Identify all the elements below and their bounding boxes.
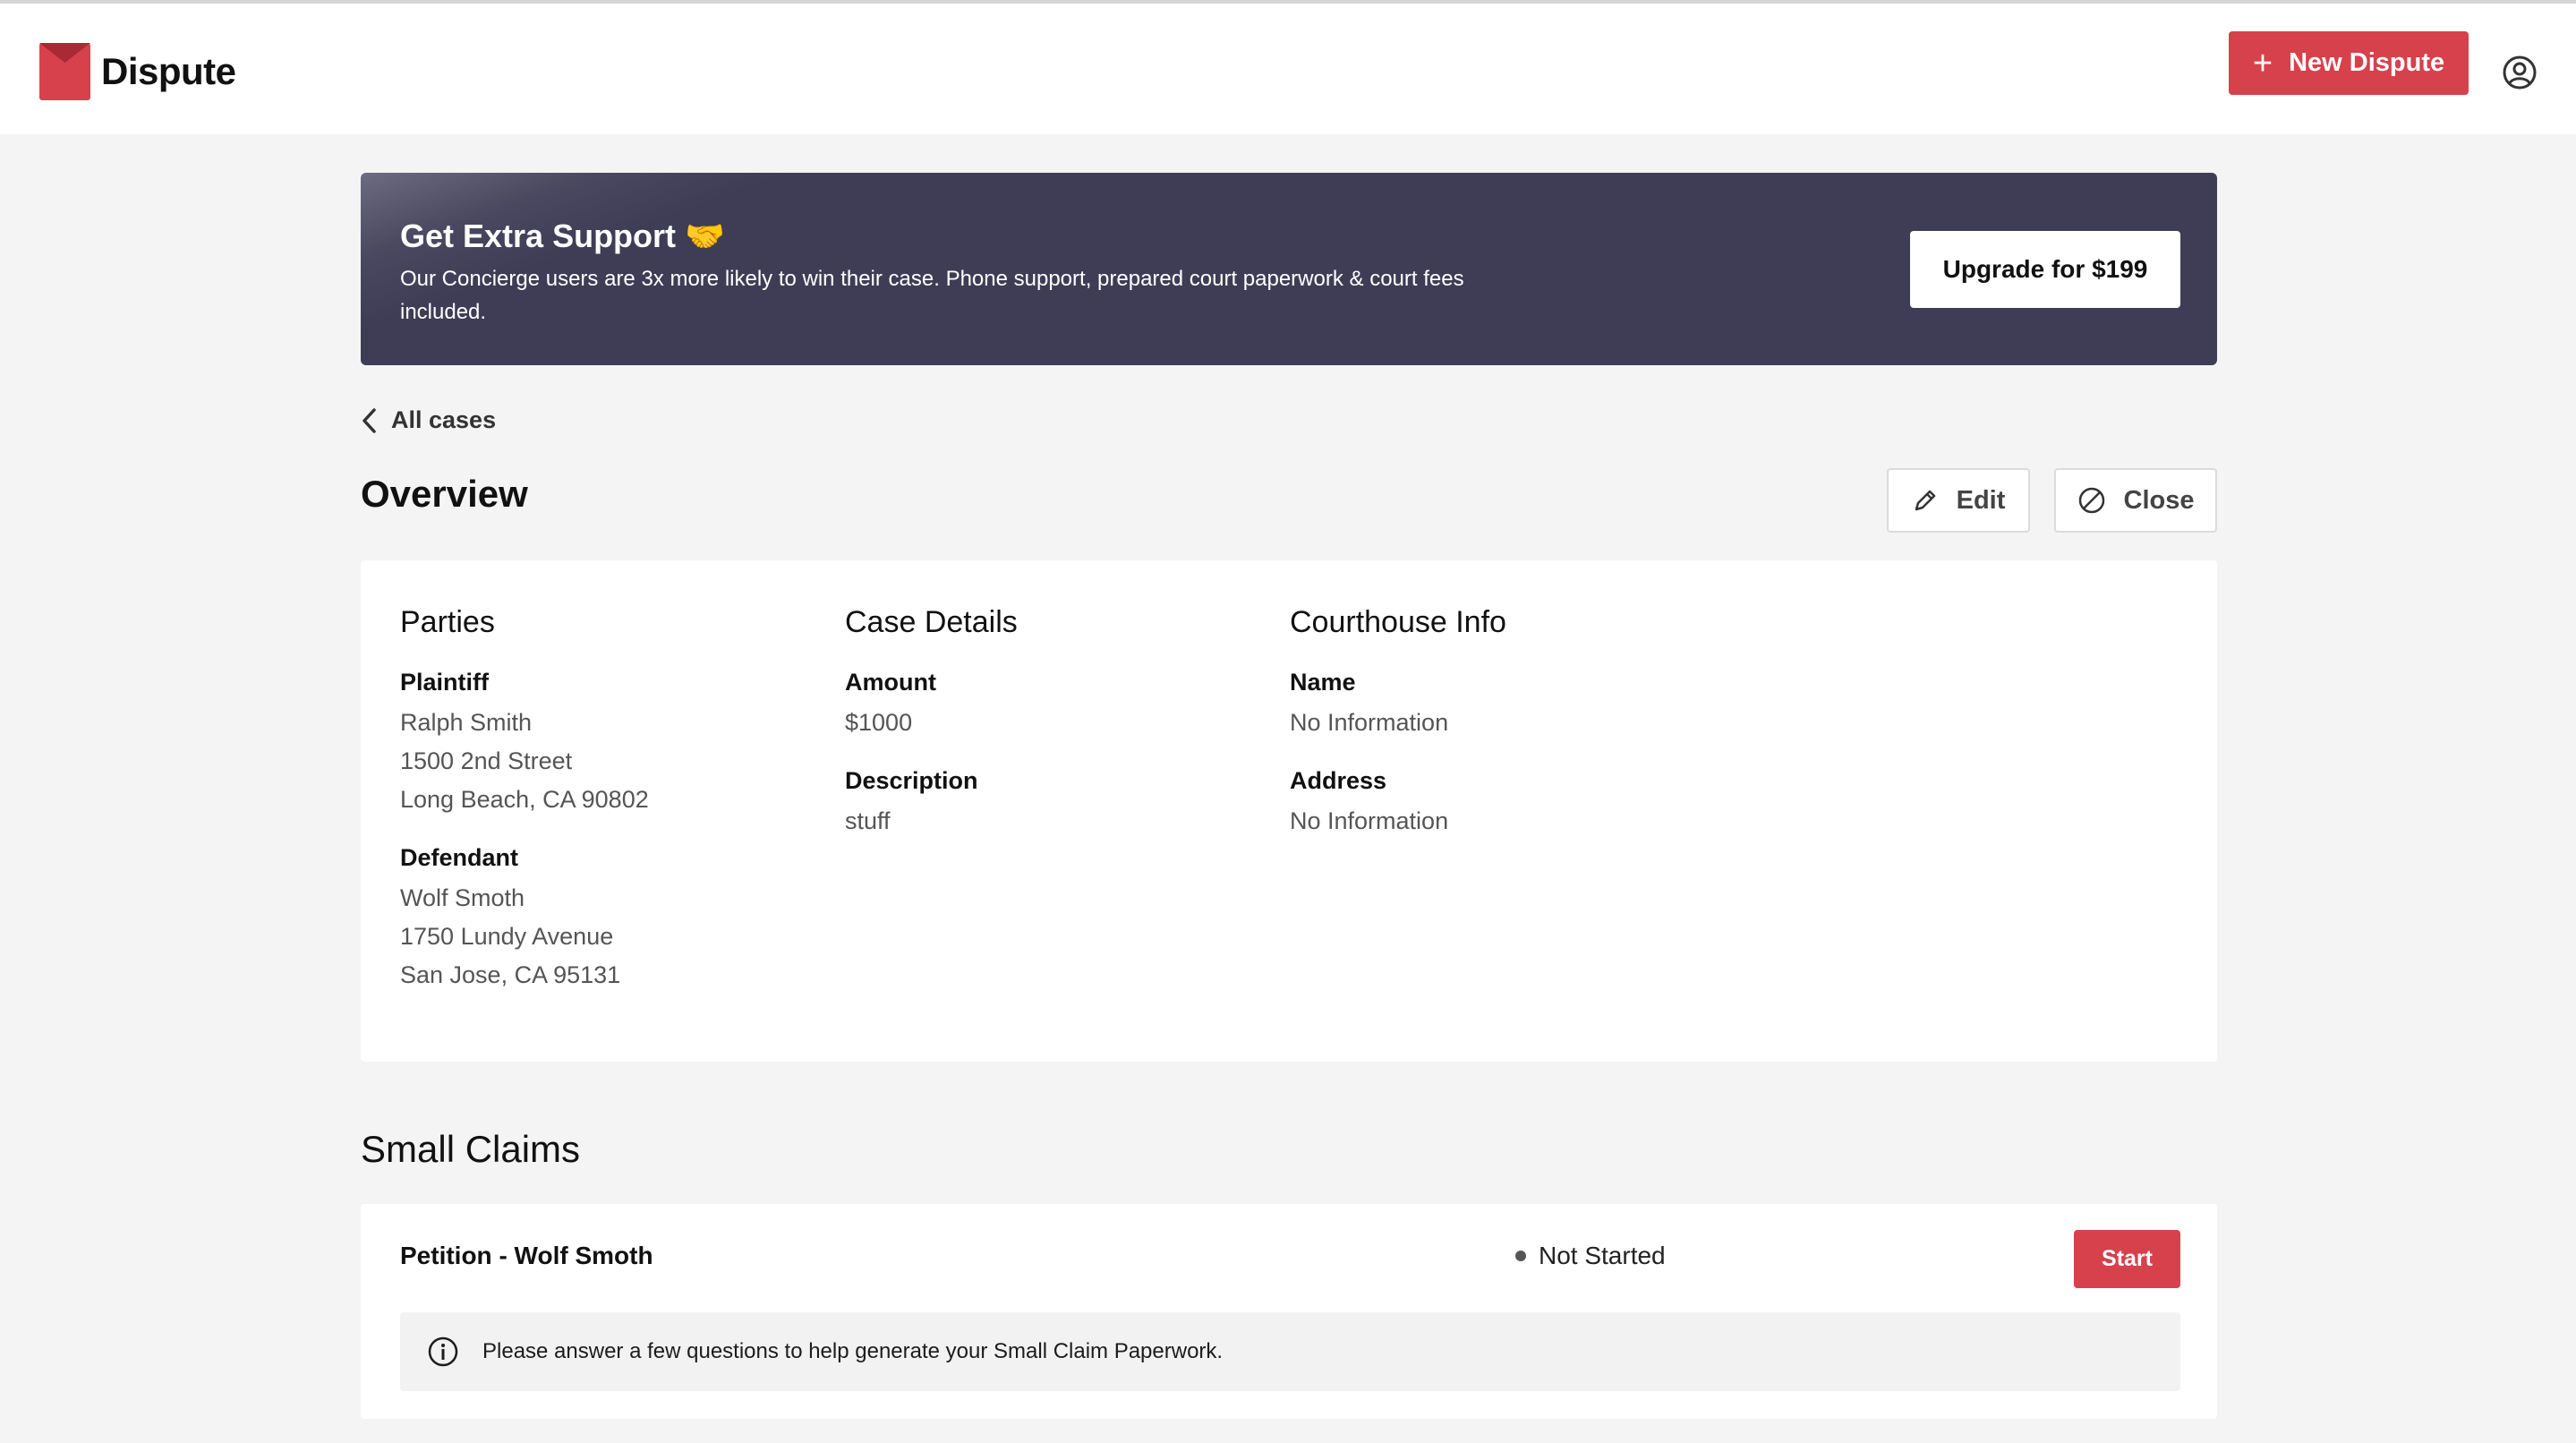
page-title: Overview [361, 473, 528, 515]
plaintiff-group: Plaintiff Ralph Smith 1500 2nd Street Lo… [400, 669, 649, 819]
plaintiff-label: Plaintiff [400, 669, 489, 696]
new-dispute-label: New Dispute [2289, 48, 2445, 77]
parties-heading: Parties [400, 605, 495, 639]
courthouse-name-value: No Information [1290, 709, 1449, 736]
defendant-street: 1750 Lundy Avenue [400, 923, 614, 950]
defendant-city: San Jose, CA 95131 [400, 961, 621, 988]
description-label: Description [845, 767, 978, 794]
courthouse-column: Courthouse Info Name No Information Addr… [1290, 605, 1506, 866]
claim-card: Petition - Wolf Smoth Not Started Start … [361, 1204, 2217, 1419]
close-case-button[interactable]: Close [2054, 468, 2217, 533]
chevron-left-icon [363, 407, 376, 433]
claim-name: Petition - Wolf Smoth [400, 1242, 653, 1269]
plaintiff-name: Ralph Smith [400, 709, 533, 736]
claim-status: Not Started [1515, 1242, 1666, 1270]
brand-name: Dispute [101, 50, 236, 92]
new-dispute-button[interactable]: + New Dispute [2229, 31, 2469, 95]
back-to-all-cases-link[interactable]: All cases [361, 406, 496, 434]
small-claims-heading: Small Claims [361, 1128, 581, 1170]
courthouse-name-group: Name No Information [1290, 669, 1506, 742]
pencil-icon [1915, 490, 1935, 511]
edit-button[interactable]: Edit [1887, 468, 2030, 533]
banner-description: Our Concierge users are 3x more likely t… [400, 267, 1464, 324]
courthouse-address-group: Address No Information [1290, 767, 1506, 841]
case-details-column: Case Details Amount $1000 Description st… [845, 605, 1018, 866]
plus-icon: + [2252, 44, 2273, 82]
courthouse-name-label: Name [1290, 669, 1356, 696]
status-dot-icon [1515, 1251, 1526, 1261]
case-details-heading: Case Details [845, 605, 1018, 639]
claim-status-label: Not Started [1539, 1242, 1666, 1269]
overview-card: Parties Plaintiff Ralph Smith 1500 2nd S… [361, 560, 2217, 1062]
description-value: stuff [845, 807, 891, 834]
claim-notice-text: Please answer a few questions to help ge… [482, 1339, 1224, 1363]
parties-column: Parties Plaintiff Ralph Smith 1500 2nd S… [400, 605, 649, 1020]
courthouse-heading: Courthouse Info [1290, 605, 1506, 639]
plaintiff-city: Long Beach, CA 90802 [400, 786, 649, 813]
info-icon [428, 1336, 458, 1367]
defendant-name: Wolf Smoth [400, 884, 525, 911]
defendant-group: Defendant Wolf Smoth 1750 Lundy Avenue S… [400, 844, 649, 995]
upgrade-button[interactable]: Upgrade for $199 [1910, 231, 2180, 308]
courthouse-address-value: No Information [1290, 807, 1449, 834]
logo-mark-icon [39, 43, 90, 100]
banner-title: Get Extra Support 🤝 [400, 218, 725, 254]
start-button[interactable]: Start [2074, 1230, 2180, 1288]
edit-label: Edit [1956, 485, 2006, 515]
description-group: Description stuff [845, 767, 1018, 841]
plaintiff-street: 1500 2nd Street [400, 747, 573, 774]
block-icon [2078, 487, 2104, 514]
brand-logo[interactable]: Dispute [39, 43, 236, 100]
amount-group: Amount $1000 [845, 669, 1018, 742]
user-circle-icon[interactable] [2502, 55, 2538, 90]
courthouse-address-label: Address [1290, 767, 1387, 794]
close-label: Close [2123, 485, 2195, 515]
upsell-banner: Get Extra Support 🤝 Our Concierge users … [361, 173, 2217, 365]
amount-value: $1000 [845, 709, 913, 736]
claim-notice: Please answer a few questions to help ge… [400, 1312, 2180, 1391]
defendant-label: Defendant [400, 844, 519, 871]
amount-label: Amount [845, 669, 936, 696]
back-link-label: All cases [391, 406, 497, 433]
app-header: Dispute + New Dispute [0, 4, 2576, 134]
